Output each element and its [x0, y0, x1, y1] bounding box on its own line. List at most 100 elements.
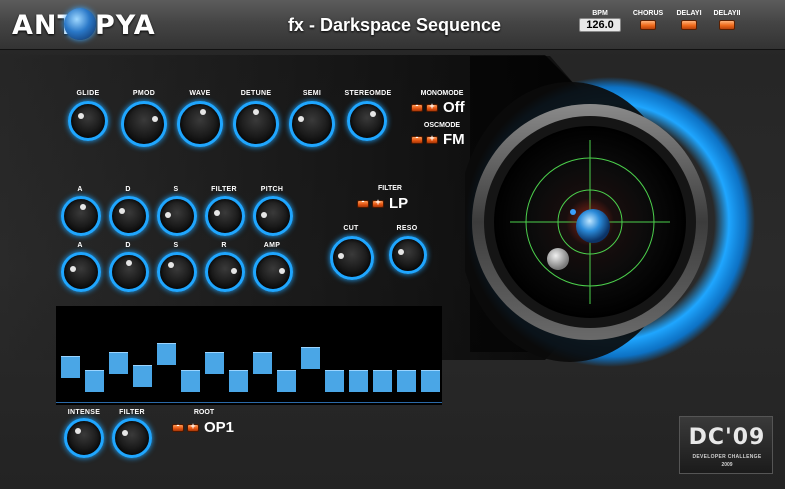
sequencer-step-6[interactable]	[181, 369, 200, 392]
sequencer-step-10[interactable]	[277, 369, 296, 392]
sequencer-step-15[interactable]	[397, 369, 416, 392]
resonance-knob[interactable]	[389, 236, 427, 274]
env2-release-knob[interactable]	[205, 252, 245, 292]
env2-amp-knob-indicator	[278, 267, 285, 274]
developer-challenge-badge: DC'09 DEVELOPER CHALLENGE 2009	[679, 416, 773, 474]
env2-amp-knob[interactable]	[253, 252, 293, 292]
pmod-knob[interactable]	[121, 101, 167, 147]
env1-decay-knob[interactable]	[109, 196, 149, 236]
filter-mode-value: LP	[389, 195, 409, 212]
oscmode-switch: FM	[411, 131, 465, 148]
filter-mode-prev-button[interactable]	[357, 196, 369, 208]
filter-mode-label: FILTER	[378, 185, 402, 192]
orb-graphic	[458, 77, 755, 367]
glide-knob-indicator	[77, 112, 84, 119]
sequencer-step-9[interactable]	[253, 351, 272, 374]
env1-filter-knob[interactable]	[205, 196, 245, 236]
delay1-toggle[interactable]: DELAYI	[672, 10, 706, 35]
delay2-toggle[interactable]: DELAYII	[709, 10, 745, 35]
sequencer-step-4[interactable]	[133, 365, 152, 387]
sequencer-step-16[interactable]	[421, 369, 440, 392]
env1-pitch-knob-indicator	[261, 211, 268, 218]
seq-filter-knob[interactable]	[112, 418, 152, 458]
env1-sustain-knob[interactable]	[157, 196, 197, 236]
root-switch: OP1	[172, 419, 234, 436]
seq-filter-label: FILTER	[119, 409, 145, 416]
semi-knob-indicator	[297, 116, 304, 123]
sequencer-step-3[interactable]	[109, 351, 128, 374]
root-next-button[interactable]	[187, 421, 199, 432]
env1-sustain-knob-indicator	[165, 211, 172, 218]
env2-release-knob-indicator	[230, 267, 237, 274]
detune-knob[interactable]	[233, 101, 279, 147]
seq-filter-knob-indicator	[121, 429, 128, 436]
stereomode-knob[interactable]	[347, 101, 387, 141]
env1-pitch-knob[interactable]	[253, 196, 293, 236]
env1-attack-knob-indicator	[80, 204, 87, 211]
wave-label: WAVE	[189, 90, 211, 97]
stereomode-knob-indicator	[369, 111, 376, 118]
stereomode-label: STEREOMDE	[344, 90, 392, 97]
root-label: ROOT	[193, 409, 215, 416]
pmod-label: PMOD	[132, 90, 156, 97]
chorus-label: CHORUS	[632, 10, 664, 17]
sequencer-step-1[interactable]	[61, 356, 80, 378]
header-bar: ANT PYA fx - Darkspace Sequence BPM 126.…	[0, 0, 785, 50]
env1-decay-knob-indicator	[118, 207, 125, 214]
synth-window: ANT PYA fx - Darkspace Sequence BPM 126.…	[0, 0, 785, 489]
oscmode-prev-button[interactable]	[411, 132, 423, 144]
delay2-label: DELAYII	[713, 10, 741, 17]
glide-knob[interactable]	[68, 101, 108, 141]
sequencer-step-5[interactable]	[157, 342, 176, 365]
env2-decay-knob-indicator	[126, 260, 132, 266]
env1-pitch-label: PITCH	[260, 186, 284, 193]
monomode-next-button[interactable]	[426, 101, 438, 112]
sequencer-step-12[interactable]	[325, 369, 344, 392]
chorus-led-button[interactable]	[640, 20, 656, 30]
delay2-led-button[interactable]	[719, 20, 735, 30]
env2-amp-label: AMP	[263, 242, 281, 249]
semi-label: SEMI	[302, 90, 322, 97]
planet-earth-icon	[576, 209, 610, 243]
root-value: OP1	[204, 419, 235, 436]
env2-sustain-knob-indicator	[168, 262, 175, 269]
sequencer-step-14[interactable]	[373, 369, 392, 392]
delay1-label: DELAYI	[676, 10, 702, 17]
badge-subtitle: DEVELOPER CHALLENGE	[692, 454, 762, 460]
monomode-prev-button[interactable]	[411, 100, 423, 112]
bpm-display[interactable]: BPM 126.0	[579, 10, 621, 32]
monomode-label: MONOMODE	[420, 90, 464, 97]
monomode-value: Off	[443, 99, 465, 116]
intense-knob[interactable]	[64, 418, 104, 458]
cutoff-label: CUT	[343, 225, 359, 232]
env2-attack-knob[interactable]	[61, 252, 101, 292]
oscmode-next-button[interactable]	[426, 133, 438, 144]
chorus-toggle[interactable]: CHORUS	[628, 10, 668, 35]
semi-knob[interactable]	[289, 101, 335, 147]
root-prev-button[interactable]	[172, 420, 184, 432]
intense-knob-indicator	[75, 428, 82, 435]
filter-mode-next-button[interactable]	[372, 197, 384, 208]
resonance-label: RESO	[396, 225, 418, 232]
oscmode-label: OSCMODE	[423, 122, 461, 129]
step-sequencer[interactable]	[56, 306, 442, 405]
sequencer-step-13[interactable]	[349, 369, 368, 392]
filter-mode-switch: LP	[357, 195, 408, 212]
resonance-knob-indicator	[397, 248, 404, 255]
env1-attack-knob[interactable]	[61, 196, 101, 236]
sequencer-step-7[interactable]	[205, 351, 224, 374]
env2-decay-knob[interactable]	[109, 252, 149, 292]
bpm-label: BPM	[592, 10, 608, 17]
wave-knob[interactable]	[177, 101, 223, 147]
glide-label: GLIDE	[76, 90, 100, 97]
sequencer-step-11[interactable]	[301, 347, 320, 369]
detune-label: DETUNE	[240, 90, 272, 97]
env2-sustain-knob[interactable]	[157, 252, 197, 292]
monomode-switch: Off	[411, 99, 465, 116]
delay1-led-button[interactable]	[681, 20, 697, 30]
cutoff-knob[interactable]	[330, 236, 374, 280]
badge-title: DC'09	[688, 425, 766, 450]
bpm-value[interactable]: 126.0	[579, 18, 621, 32]
sequencer-step-8[interactable]	[229, 369, 248, 392]
sequencer-step-2[interactable]	[85, 369, 104, 392]
